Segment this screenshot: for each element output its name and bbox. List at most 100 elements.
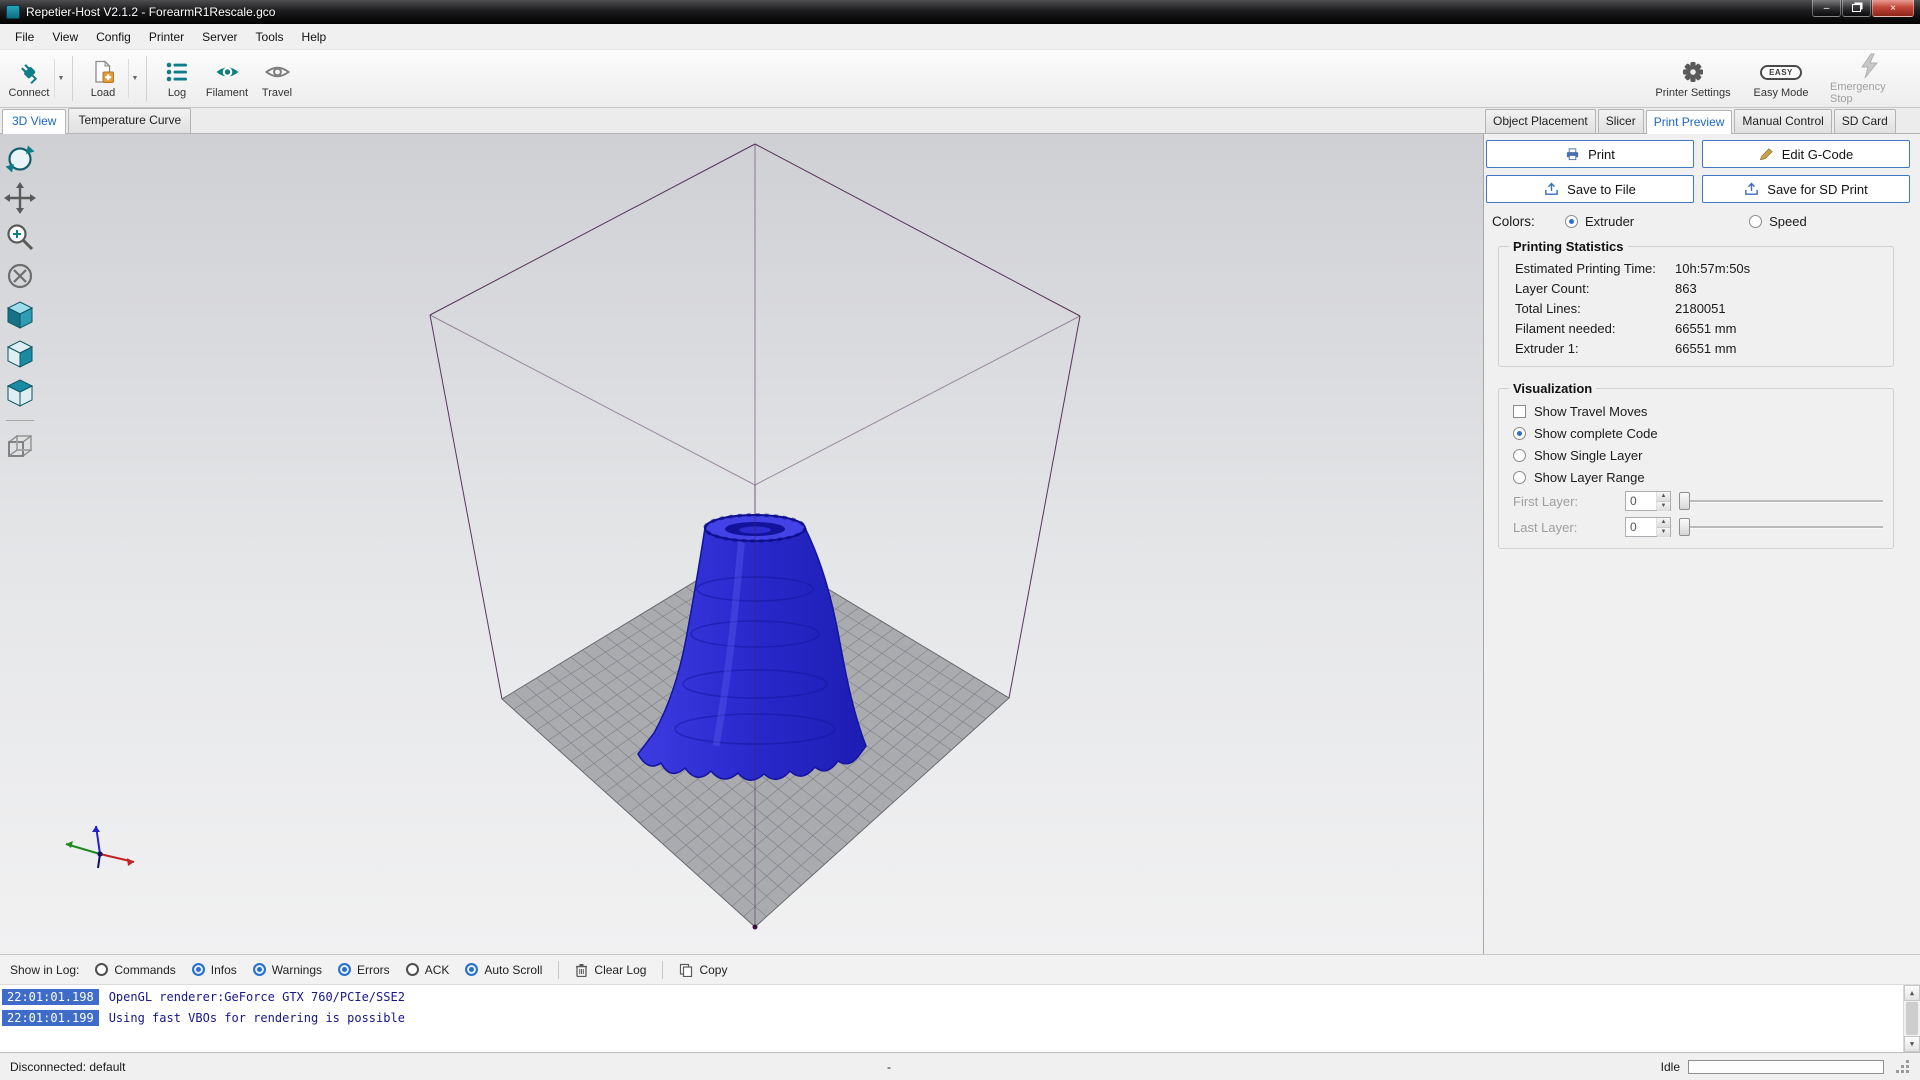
log-warnings-toggle[interactable]: Warnings (252, 963, 322, 977)
log-autoscroll-toggle[interactable]: Auto Scroll (465, 963, 542, 977)
filament-toggle-button[interactable]: Filament (202, 51, 252, 106)
emergency-stop-label: Emergency Stop (1830, 81, 1886, 105)
scene-3d[interactable] (0, 134, 1483, 954)
show-single-layer-option[interactable]: Show Single Layer (1509, 444, 1885, 466)
extruder-radio-label: Extruder (1585, 214, 1635, 229)
speed-radio[interactable] (1749, 215, 1763, 228)
front-view-button[interactable] (3, 337, 37, 371)
show-complete-code-option[interactable]: Show complete Code (1509, 422, 1885, 444)
stat-value: 66551 mm (1675, 320, 1737, 336)
emergency-stop-button[interactable]: Emergency Stop (1830, 51, 1908, 106)
last-layer-slider[interactable] (1679, 517, 1885, 537)
show-range-radio[interactable] (1513, 470, 1526, 484)
last-layer-up[interactable]: ▲ (1657, 518, 1670, 528)
zoom-view-button[interactable] (3, 220, 37, 254)
menu-tools[interactable]: Tools (247, 26, 293, 48)
log-commands-toggle[interactable]: Commands (95, 963, 176, 977)
edit-gcode-button[interactable]: Edit G-Code (1702, 140, 1910, 168)
easy-mode-label: Easy Mode (1753, 87, 1809, 99)
scroll-down-arrow[interactable]: ▼ (1904, 1036, 1920, 1052)
stat-label: Estimated Printing Time: (1515, 260, 1656, 276)
minimize-button[interactable]: – (1812, 0, 1841, 17)
colors-extruder-option[interactable]: Extruder (1565, 214, 1634, 229)
load-dropdown[interactable]: ▼ (128, 59, 141, 98)
move-view-button[interactable] (3, 181, 37, 215)
stat-row-layers: Layer Count: 863 (1509, 278, 1885, 298)
save-to-file-button[interactable]: Save to File (1486, 175, 1694, 203)
easy-mode-button[interactable]: EASY Easy Mode (1742, 51, 1820, 106)
menu-view[interactable]: View (43, 26, 87, 48)
travel-toggle-button[interactable]: Travel (252, 51, 302, 106)
ack-toggle-icon (405, 963, 419, 976)
save-for-sd-button[interactable]: Save for SD Print (1702, 175, 1910, 203)
view-tool-strip (3, 142, 37, 465)
load-button[interactable]: Load (78, 51, 128, 106)
status-bar: Disconnected: default - Idle (0, 1052, 1920, 1080)
menu-file[interactable]: File (6, 26, 43, 48)
tab-temperature-curve[interactable]: Temperature Curve (68, 108, 192, 133)
first-layer-down[interactable]: ▼ (1657, 502, 1670, 511)
last-layer-spinner[interactable]: 0 ▲ ▼ (1625, 517, 1671, 537)
viewport-3d[interactable] (0, 134, 1483, 954)
parallel-projection-button[interactable] (3, 431, 37, 465)
log-infos-toggle[interactable]: Infos (191, 963, 237, 977)
show-layer-range-option[interactable]: Show Layer Range (1509, 466, 1885, 488)
copy-button[interactable]: Copy (679, 963, 727, 977)
show-complete-radio[interactable] (1513, 426, 1526, 440)
log-scrollbar[interactable]: ▲ ▼ (1903, 985, 1920, 1052)
menu-config[interactable]: Config (87, 26, 140, 48)
scroll-thumb[interactable] (1906, 1002, 1918, 1035)
first-layer-slider[interactable] (1679, 491, 1885, 511)
colors-speed-option[interactable]: Speed (1749, 214, 1807, 229)
visualization-title: Visualization (1513, 381, 1593, 396)
connect-button[interactable]: Connect (4, 51, 54, 106)
menu-help[interactable]: Help (293, 26, 336, 48)
show-travel-moves-option[interactable]: Show Travel Moves (1509, 400, 1885, 422)
resize-grip[interactable] (1896, 1060, 1910, 1074)
stat-label: Layer Count: (1515, 280, 1590, 296)
tab-print-preview[interactable]: Print Preview (1645, 110, 1733, 134)
print-button[interactable]: Print (1486, 140, 1694, 168)
save-file-icon (1545, 182, 1558, 195)
tab-3d-view[interactable]: 3D View (2, 109, 67, 134)
log-toggle-button[interactable]: Log (152, 51, 202, 106)
tab-object-placement[interactable]: Object Placement (1485, 109, 1596, 133)
first-layer-value: 0 (1630, 494, 1637, 508)
colors-label: Colors: (1492, 214, 1535, 229)
slider-thumb[interactable] (1679, 518, 1690, 536)
colors-row: Colors: Extruder Speed (1492, 214, 1910, 229)
slider-track (1681, 500, 1883, 502)
toolbar-separator (146, 56, 147, 101)
first-layer-up[interactable]: ▲ (1657, 492, 1670, 502)
title-bar[interactable]: Repetier-Host V2.1.2 - ForearmR1Rescale.… (0, 0, 1920, 24)
log-output[interactable]: 22:01:01.198 OpenGL renderer:GeForce GTX… (0, 984, 1920, 1052)
clear-log-button[interactable]: Clear Log (575, 963, 646, 977)
scroll-up-arrow[interactable]: ▲ (1904, 985, 1920, 1001)
connect-dropdown[interactable]: ▼ (54, 59, 67, 98)
show-complete-label: Show complete Code (1534, 425, 1658, 441)
top-view-button[interactable] (3, 376, 37, 410)
menu-printer[interactable]: Printer (140, 26, 193, 48)
show-single-radio[interactable] (1513, 448, 1526, 462)
log-ack-toggle[interactable]: ACK (405, 963, 449, 977)
move-object-button[interactable] (3, 259, 37, 293)
speed-radio-label: Speed (1769, 214, 1807, 229)
menu-server[interactable]: Server (193, 26, 246, 48)
parallel-projection-icon (8, 435, 32, 457)
extruder-radio[interactable] (1565, 215, 1578, 228)
tab-manual-control[interactable]: Manual Control (1734, 109, 1832, 133)
show-travel-checkbox[interactable] (1513, 404, 1526, 418)
log-errors-toggle[interactable]: Errors (338, 963, 390, 977)
restore-button[interactable] (1842, 0, 1871, 17)
filament-eye-icon (214, 58, 241, 86)
tab-sd-card[interactable]: SD Card (1833, 109, 1896, 133)
log-timestamp: 22:01:01.199 (2, 1009, 99, 1026)
isometric-view-button[interactable] (3, 298, 37, 332)
printer-settings-button[interactable]: Printer Settings (1654, 51, 1732, 106)
last-layer-down[interactable]: ▼ (1657, 528, 1670, 537)
rotate-view-button[interactable] (3, 142, 37, 176)
tab-slicer[interactable]: Slicer (1597, 109, 1644, 133)
slider-thumb[interactable] (1679, 492, 1690, 510)
first-layer-spinner[interactable]: 0 ▲ ▼ (1625, 491, 1671, 511)
close-button[interactable]: × (1872, 0, 1914, 17)
